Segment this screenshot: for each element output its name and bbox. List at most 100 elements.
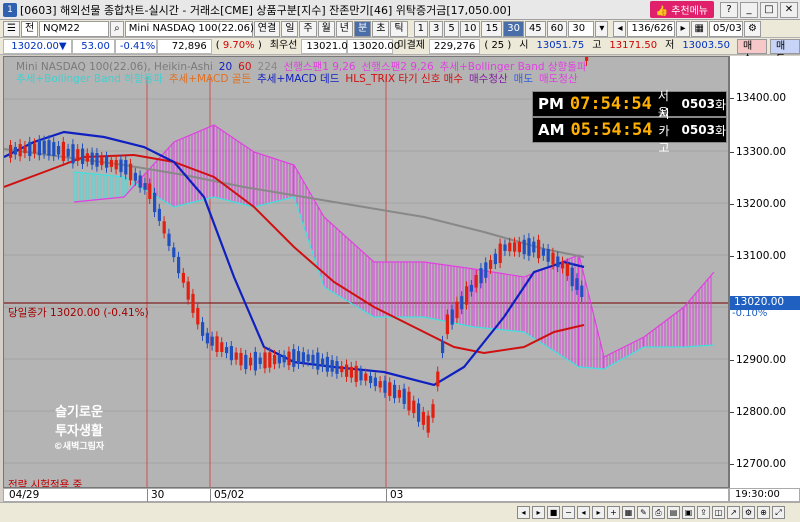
- candle-body: [220, 342, 224, 352]
- maximize-button[interactable]: □: [760, 1, 778, 18]
- grid-icon[interactable]: ▦: [622, 506, 635, 519]
- stop-button[interactable]: ■: [547, 506, 560, 519]
- open-interest-label: 미결제: [397, 39, 425, 51]
- candle-body: [311, 354, 315, 365]
- zoom-in-button[interactable]: +: [607, 506, 620, 519]
- candle-body: [407, 391, 411, 411]
- period-selector: 연결 일 주 월 년 분 초 틱: [253, 20, 408, 37]
- candle-body: [325, 356, 329, 372]
- scroll-first-button[interactable]: ◂: [517, 506, 530, 519]
- menu-icon[interactable]: ☰: [3, 20, 20, 37]
- minimize-button[interactable]: _: [740, 1, 758, 18]
- interval-selector: 1 3 5 10 15 30 45 60: [413, 20, 568, 37]
- candle-body: [450, 309, 454, 325]
- candle-body: [513, 242, 517, 252]
- period-button[interactable]: 주: [299, 20, 317, 37]
- sell-button[interactable]: 매도: [770, 38, 800, 65]
- window-icon[interactable]: ◫: [712, 506, 725, 519]
- scroll-left-icon[interactable]: ◂: [577, 506, 590, 519]
- tool-icon[interactable]: ✎: [637, 506, 650, 519]
- quote-bar: 13020.00▼ 53.00 -0.41% 72,896 ( 9.70% ) …: [0, 38, 800, 65]
- candle-body: [215, 336, 219, 352]
- settings-icon[interactable]: ⚙: [743, 20, 761, 37]
- interval-button[interactable]: 15: [481, 20, 503, 37]
- oi-change: ( 25 ): [484, 39, 512, 51]
- symbol-code-input[interactable]: NQM22: [39, 20, 110, 37]
- interval-button[interactable]: 10: [459, 20, 481, 37]
- interval-button[interactable]: 30: [503, 20, 524, 37]
- help-button[interactable]: ?: [720, 1, 738, 18]
- interval-button[interactable]: 1: [413, 20, 428, 37]
- save-icon[interactable]: ▣: [682, 506, 695, 519]
- legend-item: 매수청산: [469, 73, 508, 85]
- zoom-icon[interactable]: ⊕: [757, 506, 770, 519]
- period-button[interactable]: 분: [354, 20, 372, 37]
- candle-body: [249, 357, 253, 366]
- candle-body: [306, 354, 310, 362]
- candle-body: [484, 262, 488, 278]
- candle-body: [57, 146, 61, 155]
- candle-body: [402, 388, 406, 404]
- date-input[interactable]: 05/03: [708, 20, 743, 37]
- scroll-prev-button[interactable]: ▸: [532, 506, 545, 519]
- last-price: 13020.00: [347, 38, 400, 54]
- y-tick-label: 12800.00: [729, 406, 787, 418]
- chevron-down-icon[interactable]: ▾: [595, 20, 609, 37]
- candle-body: [436, 371, 440, 387]
- candle-body: [196, 307, 200, 325]
- interval-button[interactable]: 60: [546, 20, 568, 37]
- print-icon[interactable]: ⎙: [652, 506, 665, 519]
- close-button[interactable]: ✕: [780, 1, 798, 18]
- period-button[interactable]: 초: [372, 20, 390, 37]
- candle-body: [335, 361, 339, 374]
- calendar-icon[interactable]: ▦: [690, 20, 708, 37]
- interval-button[interactable]: 3: [428, 20, 444, 37]
- candle-body: [441, 340, 445, 354]
- legend-item: HLS_TRIX 타기 신호 매수: [345, 73, 464, 85]
- interval-button[interactable]: 5: [444, 20, 459, 37]
- price-chart[interactable]: Mini NASDAQ 100(22.06), Heikin-Ashi 20 60 2…: [3, 56, 729, 488]
- candle-body: [469, 284, 473, 292]
- candle-body: [532, 241, 536, 253]
- candle-body: [268, 352, 272, 368]
- side-selector[interactable]: 전: [20, 20, 39, 37]
- candle-body: [273, 354, 277, 365]
- export-icon[interactable]: ⇪: [697, 506, 710, 519]
- candle-body: [527, 238, 531, 256]
- candle-body: [162, 221, 166, 234]
- candle-body: [71, 144, 75, 164]
- period-button[interactable]: 월: [317, 20, 335, 37]
- scroll-right-icon[interactable]: ▸: [592, 506, 605, 519]
- y-tick-label: 13200.00: [729, 198, 787, 210]
- buy-button[interactable]: 매수: [737, 38, 768, 65]
- interval-button[interactable]: 45: [524, 20, 546, 37]
- candle-body: [263, 352, 267, 369]
- search-icon[interactable]: ⌕: [110, 20, 124, 37]
- interval-input[interactable]: 30: [568, 20, 595, 37]
- y-tick-label: 13400.00: [729, 92, 787, 104]
- zoom-out-button[interactable]: −: [562, 506, 575, 519]
- expand-icon[interactable]: ⤢: [772, 506, 785, 519]
- arrow-icon[interactable]: ↗: [727, 506, 740, 519]
- clock-chicago: AM 05:54:54 시카고 0503 화: [532, 107, 727, 155]
- candle-body: [18, 144, 22, 157]
- period-button[interactable]: 년: [335, 20, 353, 37]
- scroll-right-button[interactable]: ▸: [676, 20, 690, 37]
- scroll-left-button[interactable]: ◂: [613, 20, 627, 37]
- candle-body: [191, 293, 195, 313]
- settings-gear-icon[interactable]: ⚙: [742, 506, 755, 519]
- period-button[interactable]: 틱: [390, 20, 408, 37]
- candle-body: [508, 242, 512, 252]
- candle-body: [383, 380, 387, 393]
- candle-body: [76, 149, 80, 161]
- current-price: 13020.00▼: [3, 38, 72, 54]
- candle-body: [546, 249, 550, 262]
- candle-body: [210, 336, 214, 346]
- recommend-menu-button[interactable]: 👍 추천메뉴: [649, 1, 714, 18]
- y-tick-label: 13100.00: [729, 250, 787, 262]
- layout-icon[interactable]: ▤: [667, 506, 680, 519]
- candle-body: [580, 285, 584, 298]
- period-button[interactable]: 연결: [253, 20, 281, 37]
- period-button[interactable]: 일: [281, 20, 299, 37]
- window-title: [0603] 해외선물 종합차트-실시간 - 거래소[CME] 상품구분[지수]…: [20, 3, 511, 17]
